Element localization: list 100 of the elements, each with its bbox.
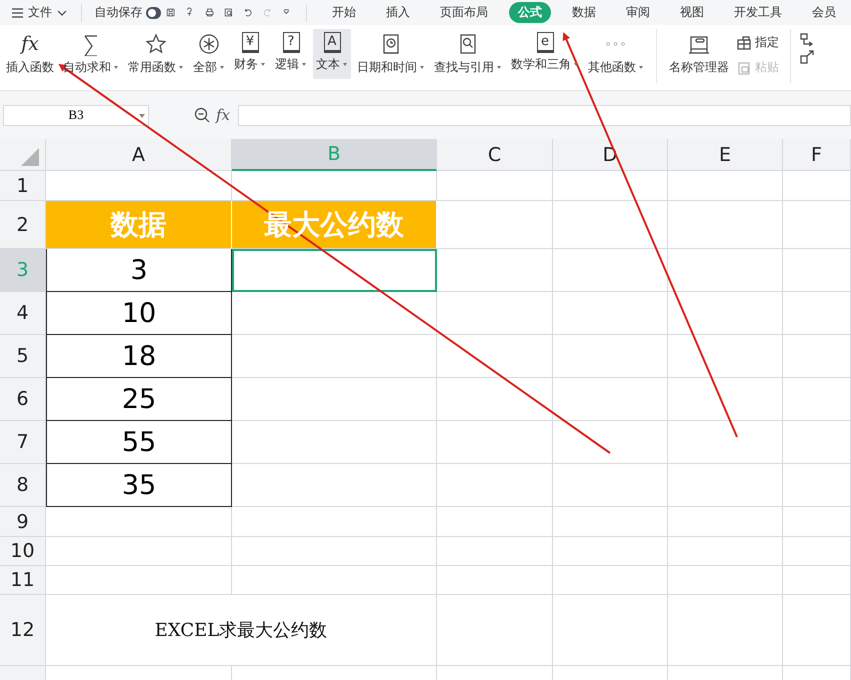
empty-cell[interactable] xyxy=(668,421,783,464)
empty-cell[interactable] xyxy=(232,464,437,507)
empty-cell[interactable] xyxy=(783,537,851,566)
formula-input[interactable] xyxy=(238,104,851,126)
empty-cell[interactable] xyxy=(232,292,437,335)
name-box[interactable]: B3 xyxy=(3,104,149,126)
empty-cell[interactable] xyxy=(668,537,783,566)
row-header[interactable]: 7 xyxy=(0,421,46,464)
ribbon-tab[interactable]: 页面布局 xyxy=(430,2,497,23)
empty-cell[interactable] xyxy=(783,566,851,595)
empty-cell[interactable] xyxy=(232,507,437,537)
empty-cell[interactable] xyxy=(668,566,783,595)
empty-cell[interactable] xyxy=(783,201,851,249)
file-menu[interactable]: 文件 xyxy=(8,4,71,21)
empty-cell[interactable] xyxy=(553,249,668,292)
empty-cell[interactable] xyxy=(668,292,783,335)
empty-cell[interactable] xyxy=(553,595,668,666)
empty-cell[interactable] xyxy=(783,595,851,666)
empty-cell[interactable] xyxy=(437,566,553,595)
empty-cell[interactable] xyxy=(668,249,783,292)
ribbon-button[interactable]: fx 插入函数 xyxy=(3,29,57,79)
autosave-label: 自动保存 xyxy=(94,4,144,21)
empty-cell[interactable] xyxy=(668,507,783,537)
empty-cell[interactable] xyxy=(783,249,851,292)
ribbon-button[interactable]: ¥ 财务 xyxy=(231,29,269,79)
empty-cell[interactable] xyxy=(437,421,553,464)
ribbon-tab[interactable]: 审阅 xyxy=(616,2,659,23)
empty-cell[interactable] xyxy=(783,421,851,464)
ribbon-button[interactable]: e 数学和三角 xyxy=(508,29,582,79)
row-header[interactable]: 12 xyxy=(0,595,46,666)
empty-cell[interactable] xyxy=(553,507,668,537)
empty-cell[interactable] xyxy=(437,595,553,666)
ribbon-button[interactable]: 全部 xyxy=(190,29,228,79)
empty-cell[interactable] xyxy=(437,378,553,421)
empty-cell[interactable] xyxy=(232,537,437,566)
paste-icon xyxy=(737,60,751,74)
empty-cell[interactable] xyxy=(783,171,851,201)
empty-cell[interactable] xyxy=(232,566,437,595)
empty-cell[interactable] xyxy=(553,537,668,566)
column-header[interactable]: F xyxy=(783,139,851,171)
empty-cell[interactable] xyxy=(553,378,668,421)
empty-cell[interactable] xyxy=(553,292,668,335)
autosave-toggle[interactable] xyxy=(146,6,162,18)
empty-cell[interactable] xyxy=(668,335,783,378)
empty-cell[interactable] xyxy=(783,335,851,378)
empty-cell[interactable] xyxy=(668,378,783,421)
column-header[interactable]: A xyxy=(46,139,232,171)
empty-cell[interactable] xyxy=(783,292,851,335)
ribbon-button[interactable]: A 文本 xyxy=(313,29,351,79)
row-header[interactable]: 6 xyxy=(0,378,46,421)
ribbon-tab[interactable]: 视图 xyxy=(670,2,713,23)
empty-cell[interactable] xyxy=(437,335,553,378)
table-cell: 55 xyxy=(46,421,232,464)
ribbon-button[interactable]: 名称管理器 xyxy=(666,29,732,79)
row-header[interactable]: 4 xyxy=(0,292,46,335)
empty-cell[interactable] xyxy=(437,507,553,537)
row-header[interactable]: 5 xyxy=(0,335,46,378)
ribbon-tab[interactable]: 开发工具 xyxy=(724,2,791,23)
ribbon-tab[interactable]: 数据 xyxy=(562,2,605,23)
empty-cell[interactable] xyxy=(553,566,668,595)
empty-cell[interactable] xyxy=(553,335,668,378)
row-header[interactable]: 11 xyxy=(0,566,46,595)
empty-cell[interactable] xyxy=(783,378,851,421)
ribbon-button[interactable]: 日期和时间 xyxy=(354,29,428,79)
column-header[interactable]: E xyxy=(668,139,783,171)
row-header[interactable]: 8 xyxy=(0,464,46,507)
empty-cell[interactable] xyxy=(437,537,553,566)
ribbon-tab[interactable]: 插入 xyxy=(376,2,419,23)
empty-cell[interactable] xyxy=(783,507,851,537)
active-cell[interactable] xyxy=(232,249,437,292)
empty-cell[interactable] xyxy=(232,421,437,464)
empty-cell[interactable] xyxy=(437,292,553,335)
column-header[interactable]: C xyxy=(437,139,553,171)
empty-cell[interactable] xyxy=(232,335,437,378)
ribbon-tab[interactable]: 开始 xyxy=(322,2,365,23)
empty-cell[interactable] xyxy=(553,171,668,201)
empty-cell[interactable] xyxy=(668,201,783,249)
empty-cell[interactable] xyxy=(783,464,851,507)
ribbon-button[interactable]: ? 逻辑 xyxy=(272,29,310,79)
empty-cell[interactable] xyxy=(437,249,553,292)
row-header[interactable]: 10 xyxy=(0,537,46,566)
row-header[interactable]: 1 xyxy=(0,171,46,201)
empty-cell[interactable] xyxy=(553,421,668,464)
function-icon[interactable]: fx xyxy=(216,106,230,124)
assign-table-icon xyxy=(737,36,751,50)
empty-cell[interactable] xyxy=(437,464,553,507)
empty-cell[interactable] xyxy=(437,171,553,201)
row-header[interactable]: 9 xyxy=(0,507,46,537)
ribbon-tab[interactable]: 会员 xyxy=(802,2,845,23)
empty-cell[interactable] xyxy=(668,595,783,666)
empty-cell[interactable] xyxy=(668,171,783,201)
empty-cell[interactable] xyxy=(232,378,437,421)
empty-cell[interactable] xyxy=(553,464,668,507)
empty-cell[interactable] xyxy=(668,464,783,507)
ribbon-button[interactable]: 常用函数 xyxy=(125,29,187,79)
ribbon-button[interactable]: ◦◦◦ 其他函数 xyxy=(585,29,647,79)
row-header[interactable]: 2 xyxy=(0,201,46,249)
empty-cell[interactable] xyxy=(553,201,668,249)
ribbon-button[interactable]: 查找与引用 xyxy=(431,29,505,79)
ribbon-small-button[interactable]: 指定 xyxy=(735,32,781,53)
